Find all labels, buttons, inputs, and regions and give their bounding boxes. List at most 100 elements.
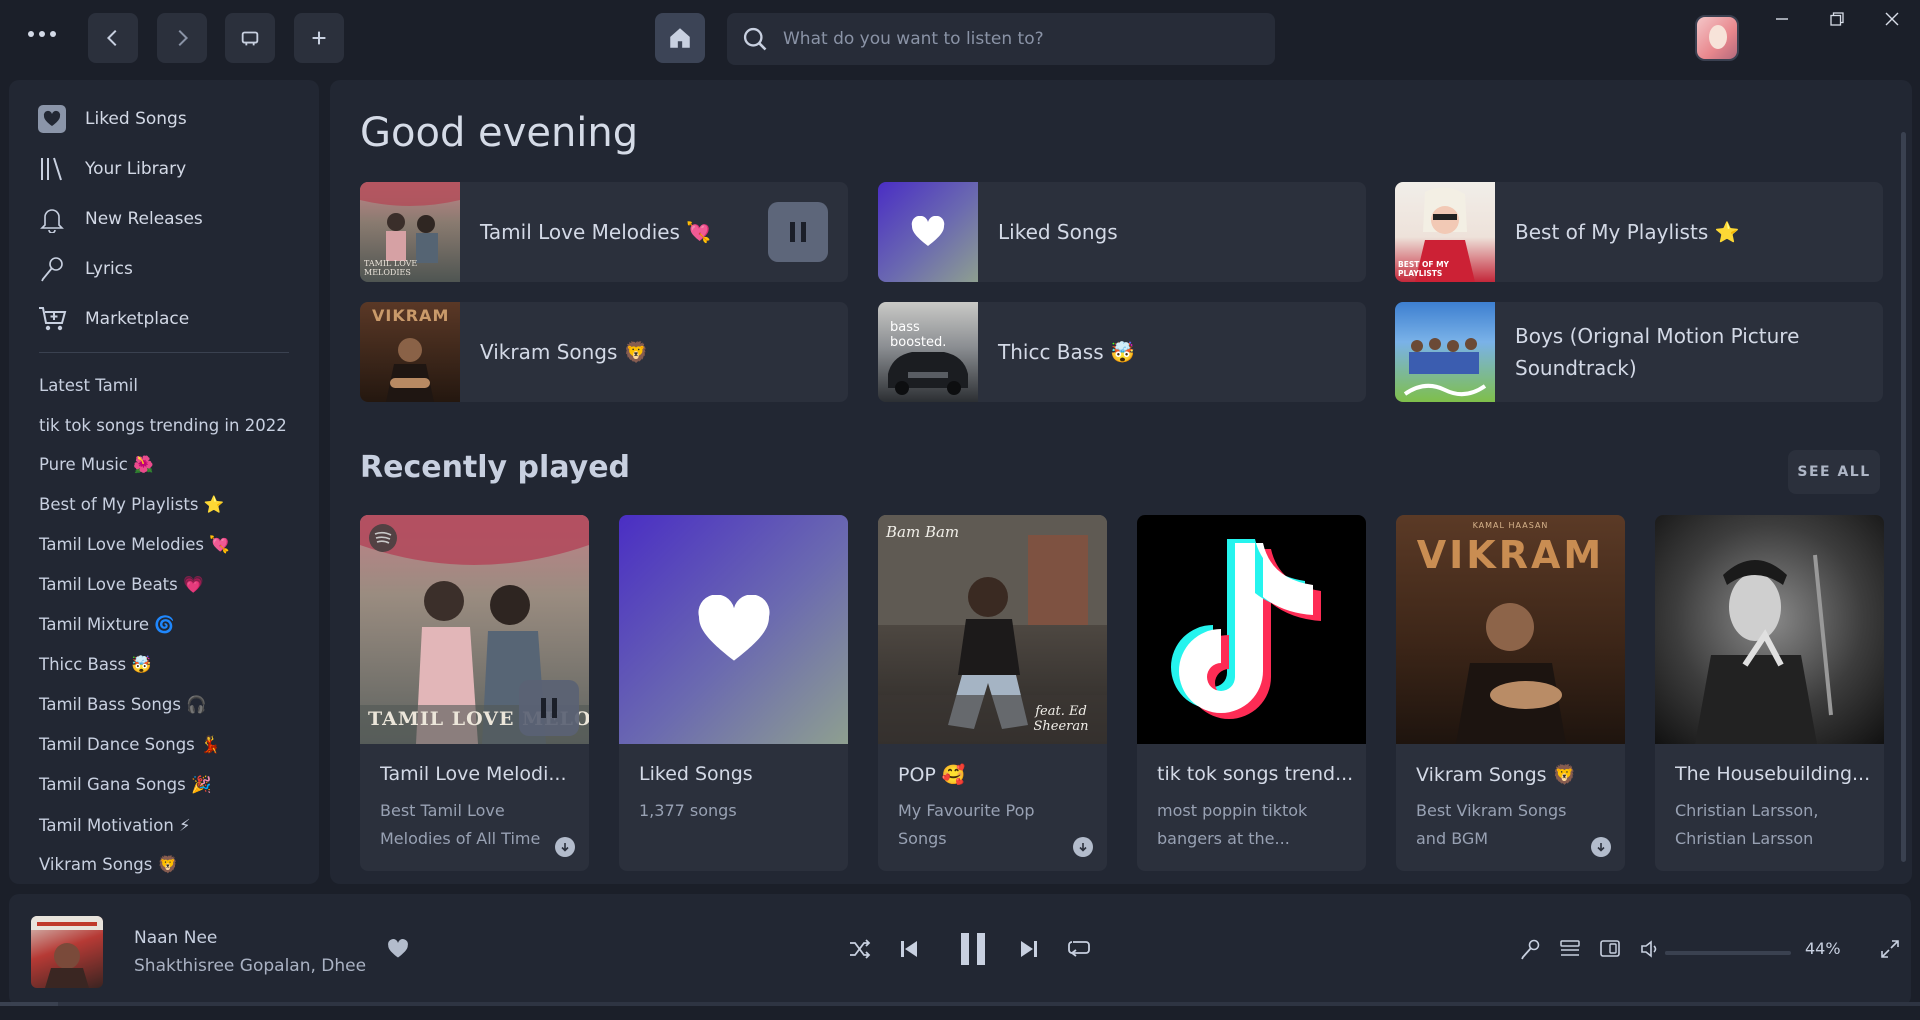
search-input[interactable] (783, 29, 1243, 49)
card-liked-songs[interactable]: Liked Songs 1,377 songs (619, 515, 848, 871)
card-tamil-love-melodies[interactable]: TAMIL LOVE MELODIES Tamil Love Melodi...… (360, 515, 589, 871)
sidebar-item-liked-songs[interactable]: Liked Songs (37, 99, 187, 139)
card-subtitle: Christian Larsson, Christian Larsson (1675, 801, 1819, 848)
sidebar-playlist-item[interactable]: Tamil Mixture 🌀 (39, 610, 175, 640)
now-playing-title[interactable]: Naan Nee (134, 928, 217, 948)
previous-button[interactable] (894, 934, 924, 964)
playback-progress-bar[interactable] (0, 1002, 1920, 1006)
card-title: The Housebuilding... (1675, 763, 1871, 785)
cover-text: feat. Ed Sheeran (1033, 704, 1089, 734)
card-title: tik tok songs trend... (1157, 763, 1354, 785)
card-title: Vikram Songs 🦁 (1416, 764, 1577, 786)
expand-icon (1881, 940, 1899, 958)
card-subtitle: Best Vikram Songs and BGM (1416, 801, 1567, 848)
playlist-cover: BEST OF MY PLAYLISTS (1395, 182, 1495, 282)
minimize-icon[interactable] (1754, 0, 1810, 38)
quick-pick-vikram-songs[interactable]: VIKRAM Vikram Songs 🦁 (360, 302, 848, 402)
card-pop[interactable]: Bam Bam feat. Ed Sheeran POP 🥰 My Favour… (878, 515, 1107, 871)
search-bar[interactable] (727, 13, 1275, 65)
sidebar-playlist-item[interactable]: Tamil Motivation ⚡ (39, 810, 191, 840)
quick-pick-tamil-love-melodies[interactable]: TAMIL LOVE MELODIES Tamil Love Melodies … (360, 182, 848, 282)
cover-text: KAMAL HAASAN (1472, 521, 1549, 530)
card-vikram-songs[interactable]: KAMAL HAASAN VIKRAM Vikram Songs 🦁 Best … (1396, 515, 1625, 871)
sidebar-playlist-item[interactable]: Tamil Love Melodies 💘 (39, 530, 230, 560)
restore-icon[interactable] (1809, 0, 1865, 38)
volume-slider[interactable] (1665, 951, 1791, 955)
bell-icon (37, 204, 67, 234)
sidebar-playlist-item[interactable]: Pure Music 🌺 (39, 450, 154, 480)
library-icon (37, 154, 67, 184)
cover-text: VIKRAM (372, 306, 450, 325)
chevron-left-icon (106, 29, 117, 47)
menu-dots-icon[interactable] (22, 22, 62, 46)
cover-text: TAMIL LOVE MELODIES (364, 259, 418, 277)
sidebar-playlist-item[interactable]: Tamil Love Beats 💗 (39, 570, 204, 600)
fullscreen-button[interactable] (1875, 934, 1905, 964)
pause-icon (961, 933, 985, 965)
card-title: POP 🥰 (898, 764, 966, 786)
quick-pick-liked-songs[interactable]: Liked Songs (878, 182, 1366, 282)
sidebar-item-label: Marketplace (85, 309, 190, 329)
tiktok-logo-icon (1137, 515, 1366, 744)
card-title: Liked Songs (639, 763, 753, 785)
pause-button[interactable] (519, 680, 579, 736)
forward-button[interactable] (157, 13, 207, 63)
sidebar-item-label: Liked Songs (85, 109, 187, 129)
now-playing-cover[interactable] (31, 916, 103, 988)
sidebar-playlist-item[interactable]: Tamil Dance Songs 💃 (39, 730, 221, 760)
home-icon (670, 28, 690, 48)
card-subtitle: Best Tamil Love Melodies of All Time (380, 801, 541, 848)
player-bar: Naan Nee Shakthisree Gopalan, Dhee 44% (9, 894, 1911, 1006)
card-tik-tok-songs[interactable]: tik tok songs trend... most poppin tikto… (1137, 515, 1366, 871)
queue-icon (1560, 940, 1580, 956)
quick-pick-boys-soundtrack[interactable]: Boys (Orignal Motion Picture Soundtrack) (1395, 302, 1883, 402)
downloaded-icon (555, 837, 575, 857)
mini-player-button[interactable] (225, 13, 275, 63)
sidebar-playlist-item[interactable]: Tamil Bass Songs 🎧 (39, 690, 207, 720)
volume-button[interactable] (1635, 934, 1665, 964)
back-button[interactable] (88, 13, 138, 63)
sidebar-playlist-item[interactable]: Thicc Bass 🤯 (39, 650, 152, 680)
home-button[interactable] (655, 13, 705, 63)
next-button[interactable] (1014, 934, 1044, 964)
recently-played-heading: Recently played (360, 450, 631, 485)
cover-text: BEST OF MY PLAYLISTS (1398, 260, 1449, 278)
skip-forward-icon (1021, 941, 1037, 957)
devices-button[interactable] (1595, 934, 1625, 964)
sidebar-playlist-item[interactable]: Vikram Songs 🦁 (39, 850, 178, 880)
volume-icon (1641, 940, 1657, 958)
play-pause-button[interactable] (951, 926, 995, 972)
shuffle-button[interactable] (845, 934, 875, 964)
sidebar-item-label: New Releases (85, 209, 203, 229)
lyrics-button[interactable] (1515, 934, 1545, 964)
liked-songs-cover (619, 515, 848, 744)
quick-pick-thicc-bass[interactable]: bass boosted. Thicc Bass 🤯 (878, 302, 1366, 402)
skip-back-icon (901, 941, 917, 957)
queue-button[interactable] (1555, 934, 1585, 964)
card-subtitle: My Favourite Pop Songs (898, 801, 1035, 848)
user-avatar[interactable] (1695, 15, 1739, 61)
pause-button[interactable] (768, 202, 828, 262)
sidebar-item-your-library[interactable]: Your Library (37, 149, 186, 189)
repeat-button[interactable] (1064, 934, 1094, 964)
quick-pick-label: Liked Songs (998, 220, 1118, 244)
close-icon[interactable] (1864, 0, 1920, 38)
sidebar-item-lyrics[interactable]: Lyrics (37, 249, 133, 289)
shuffle-icon (850, 939, 871, 959)
now-playing-artist[interactable]: Shakthisree Gopalan, Dhee (134, 956, 366, 976)
sidebar-playlist-item[interactable]: Best of My Playlists ⭐ (39, 490, 224, 520)
cart-icon (37, 304, 67, 334)
sidebar-playlist-item[interactable]: tik tok songs trending in 2022 (39, 410, 287, 440)
sidebar-playlist-item[interactable]: Latest Tamil (39, 370, 138, 400)
see-all-button[interactable]: SEE ALL (1788, 450, 1880, 494)
like-button[interactable] (383, 934, 413, 964)
playlist-cover: TAMIL LOVE MELODIES (360, 182, 460, 282)
playlist-cover: VIKRAM (360, 302, 460, 402)
card-housebuilding[interactable]: The Housebuilding... Christian Larsson, … (1655, 515, 1884, 871)
sidebar-playlist-item[interactable]: Tamil Gana Songs 🎉 (39, 770, 212, 800)
sidebar-item-new-releases[interactable]: New Releases (37, 199, 203, 239)
main-scrollbar[interactable] (1901, 132, 1906, 862)
quick-pick-best-of-my-playlists[interactable]: BEST OF MY PLAYLISTS Best of My Playlist… (1395, 182, 1883, 282)
add-button[interactable] (294, 13, 344, 63)
sidebar-item-marketplace[interactable]: Marketplace (37, 299, 189, 339)
